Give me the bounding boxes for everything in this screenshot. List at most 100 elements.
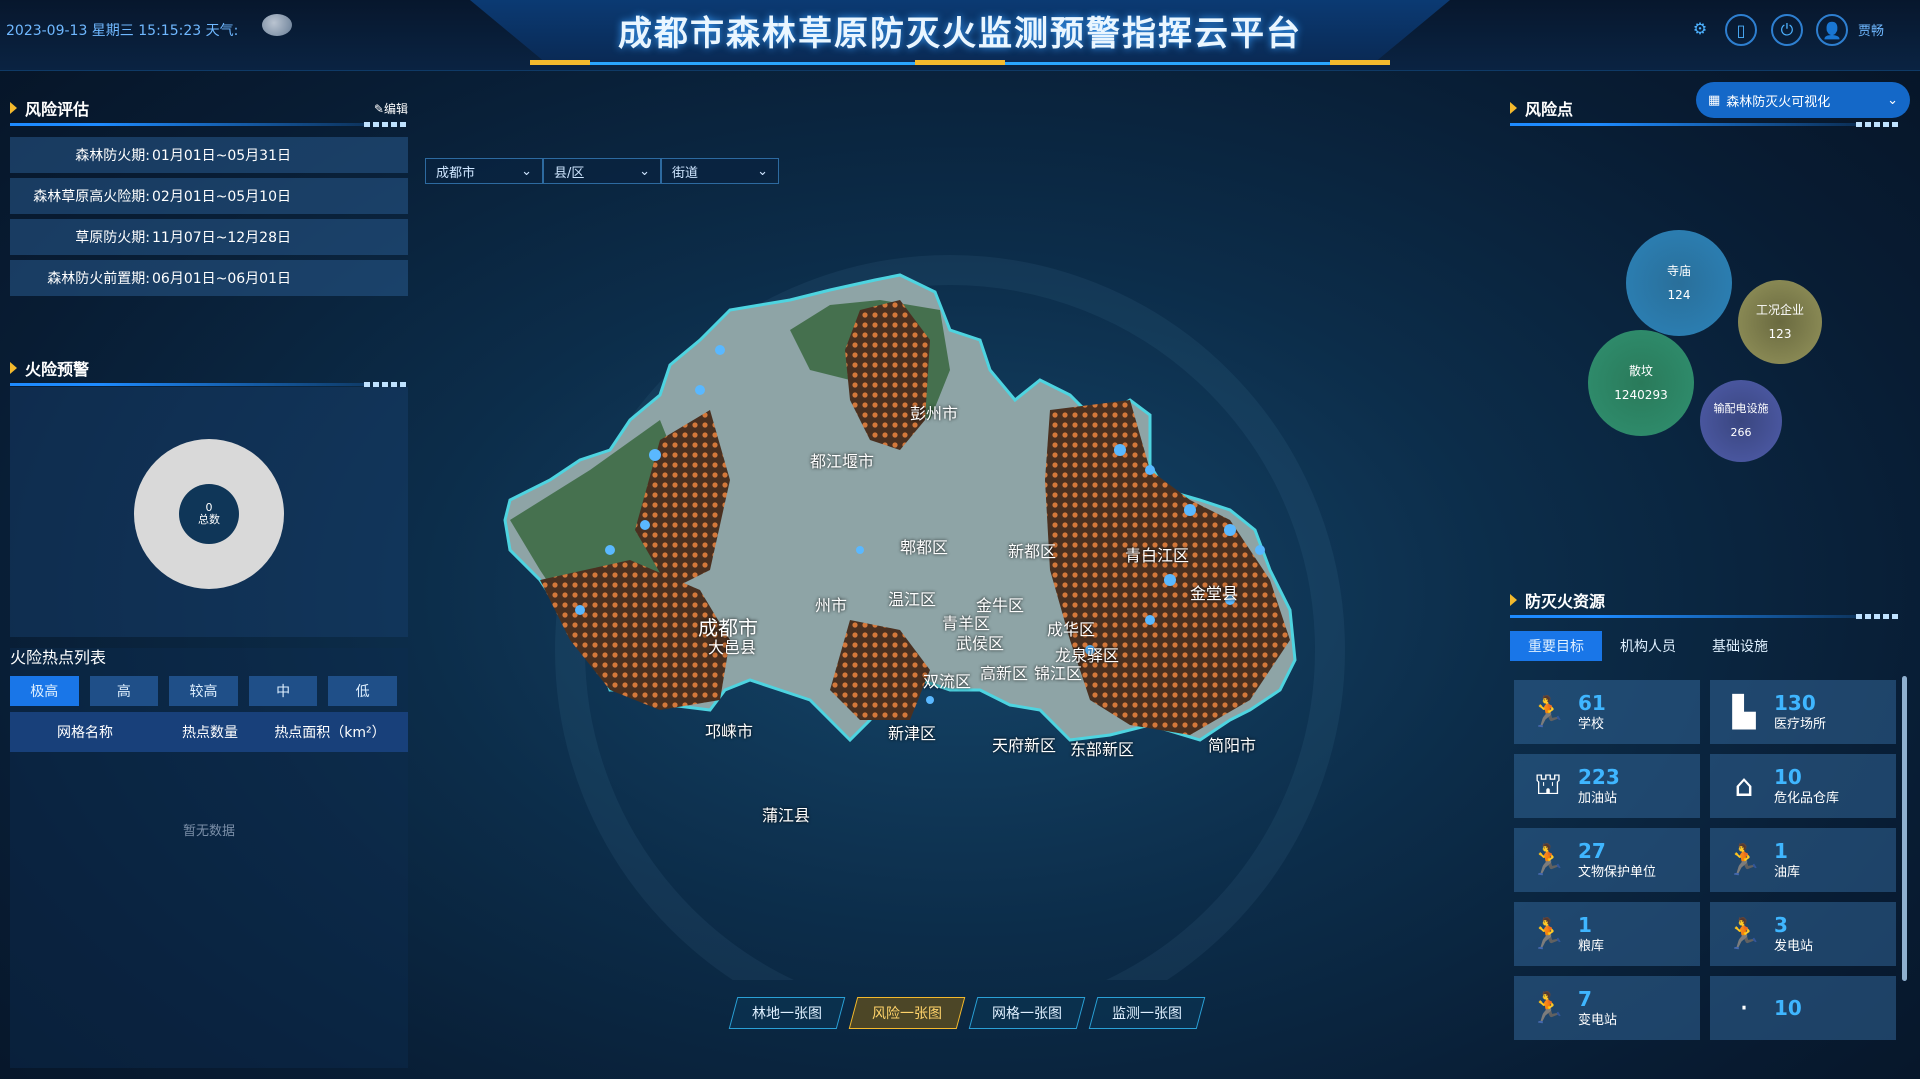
chevron-down-icon: ⌄ bbox=[639, 163, 650, 179]
bubble-industrial[interactable]: 工况企业 123 bbox=[1738, 280, 1822, 364]
tab-grid-map[interactable]: 网格一张图 bbox=[968, 997, 1086, 1029]
title-accent-left bbox=[530, 60, 590, 65]
period-value: 01月01日~05月31日 bbox=[152, 148, 291, 164]
card-value: 10 bbox=[1774, 764, 1802, 789]
bubble-name: 散坟 bbox=[1628, 364, 1653, 378]
fire-warning-panel: 火险预警 0 总数 bbox=[10, 356, 408, 637]
running-person-icon: 🏃 bbox=[1725, 916, 1763, 952]
tab-agencies[interactable]: 机构人员 bbox=[1602, 631, 1694, 661]
scrollbar[interactable] bbox=[1902, 676, 1907, 981]
district-select[interactable]: 县/区 ⌄ bbox=[543, 158, 661, 184]
period-label: 森林草原高火险期: bbox=[33, 189, 150, 205]
map-label: 成华区 bbox=[1047, 620, 1096, 639]
period-value: 06月01日~06月01日 bbox=[152, 271, 291, 287]
tab-extreme[interactable]: 极高 bbox=[10, 676, 79, 706]
tab-key-targets[interactable]: 重要目标 bbox=[1510, 631, 1602, 661]
tab-forest-map[interactable]: 林地一张图 bbox=[728, 997, 846, 1029]
map-area[interactable]: 彭州市 都江堰市 郫都区 新都区 青白江区 金堂县 成都市 大邑县 州市 温江区… bbox=[430, 220, 1490, 1045]
resource-card-substation[interactable]: 🏃 7 变电站 bbox=[1514, 976, 1700, 1040]
bubble-graves[interactable]: 散坟 1240293 bbox=[1588, 330, 1694, 436]
resource-card-heritage[interactable]: 🏃 27 文物保护单位 bbox=[1514, 828, 1700, 892]
map-label: 大邑县 bbox=[708, 638, 757, 657]
running-person-icon: 🏃 bbox=[1529, 842, 1567, 878]
resource-card-chemical-warehouse[interactable]: ⌂ 10 危化品仓库 bbox=[1710, 754, 1896, 818]
period-label: 森林防火期: bbox=[75, 148, 150, 164]
card-name: 学校 bbox=[1578, 716, 1605, 732]
card-value: 130 bbox=[1774, 690, 1816, 715]
map-label: 新津区 bbox=[888, 724, 937, 743]
panel-title: 风险评估 bbox=[25, 100, 90, 119]
user-avatar-icon[interactable]: 👤 bbox=[1816, 14, 1848, 46]
edit-label: 编辑 bbox=[383, 101, 408, 116]
hotspot-list-title: 火险热点列表 bbox=[10, 648, 107, 667]
title-accent-center bbox=[915, 60, 1005, 65]
column-header: 网格名称 bbox=[57, 725, 113, 741]
mobile-icon[interactable]: ▯ bbox=[1725, 14, 1757, 46]
district-select-value: 县/区 bbox=[554, 165, 585, 181]
card-name: 发电站 bbox=[1774, 938, 1814, 954]
hotspot-list-panel: 火险热点列表 极高 高 较高 中 低 网格名称 热点数量 热点面积（km²） 暂… bbox=[10, 648, 408, 1068]
bubble-value: 1240293 bbox=[1614, 388, 1668, 402]
bubble-value: 266 bbox=[1730, 426, 1752, 439]
map-label: 邛崃市 bbox=[705, 722, 754, 741]
bubble-name: 输配电设施 bbox=[1713, 402, 1769, 415]
risk-points-panel: 风险点 bbox=[1510, 96, 1900, 127]
bubble-value: 124 bbox=[1667, 288, 1691, 302]
gas-station-icon: ⛫ bbox=[1534, 766, 1562, 802]
chevron-down-icon: ⌄ bbox=[757, 163, 768, 179]
card-value: 223 bbox=[1578, 764, 1620, 789]
period-list: 森林防火期: 01月01日~05月31日 森林草原高火险期: 02月01日~05月1… bbox=[10, 137, 408, 296]
card-name: 医疗场所 bbox=[1774, 716, 1827, 732]
page-title: 成都市森林草原防灭火监测预警指挥云平台 bbox=[618, 14, 1302, 54]
tab-infrastructure[interactable]: 基础设施 bbox=[1694, 631, 1786, 661]
panel-underline bbox=[10, 123, 364, 126]
building-icon: ▙ bbox=[1732, 694, 1756, 730]
bubble-value: 123 bbox=[1768, 327, 1792, 341]
bubble-name: 寺庙 bbox=[1666, 264, 1691, 278]
panel-header: 风险点 bbox=[1510, 96, 1900, 120]
running-person-icon: 🏃 bbox=[1529, 916, 1567, 952]
panel-header: 风险评估 ✎编辑 bbox=[10, 96, 408, 120]
title-accent-right bbox=[1330, 60, 1390, 65]
resource-card-other[interactable]: · 10 bbox=[1710, 976, 1896, 1040]
map-label: 双流区 bbox=[923, 672, 972, 691]
map-label: 彭州市 bbox=[910, 404, 959, 423]
map-label: 州市 bbox=[815, 596, 848, 615]
city-select[interactable]: 成都市 ⌄ bbox=[425, 158, 543, 184]
street-select[interactable]: 街道 ⌄ bbox=[661, 158, 779, 184]
bubble-name: 工况企业 bbox=[1755, 303, 1804, 317]
tab-fairly-high[interactable]: 较高 bbox=[169, 676, 238, 706]
bubble-temple[interactable]: 寺庙 124 bbox=[1626, 230, 1732, 336]
tab-monitor-map[interactable]: 监测一张图 bbox=[1088, 997, 1206, 1029]
resource-card-gas-station[interactable]: ⛫ 223 加油站 bbox=[1514, 754, 1700, 818]
bubble-power-facility[interactable]: 输配电设施 266 bbox=[1700, 380, 1782, 462]
tab-risk-map[interactable]: 风险一张图 bbox=[848, 997, 966, 1029]
triangle-marker-icon bbox=[10, 362, 17, 374]
edit-button[interactable]: ✎编辑 bbox=[374, 100, 408, 117]
column-header: 热点面积（km²） bbox=[274, 725, 386, 741]
tab-low[interactable]: 低 bbox=[328, 676, 397, 706]
resource-card-medical[interactable]: ▙ 130 医疗场所 bbox=[1710, 680, 1896, 744]
map-label: 锦江区 bbox=[1034, 664, 1083, 683]
resource-card-oil-depot[interactable]: 🏃 1 油库 bbox=[1710, 828, 1896, 892]
gear-icon[interactable]: ⚙ bbox=[1686, 14, 1714, 42]
total-label: 总数 bbox=[198, 513, 220, 526]
triangle-marker-icon bbox=[10, 102, 17, 114]
card-value: 1 bbox=[1578, 912, 1592, 937]
username[interactable]: 贾畅 bbox=[1858, 20, 1884, 39]
period-value: 11月07日~12月28日 bbox=[152, 230, 291, 246]
datetime-weather: 2023-09-13 星期三 15:15:23 天气: bbox=[6, 23, 239, 39]
resource-card-power-plant[interactable]: 🏃 3 发电站 bbox=[1710, 902, 1896, 966]
card-name: 油库 bbox=[1774, 864, 1801, 880]
tab-high[interactable]: 高 bbox=[89, 676, 159, 706]
power-icon[interactable]: ⏻ bbox=[1771, 14, 1803, 46]
tab-medium[interactable]: 中 bbox=[248, 676, 318, 706]
card-name: 粮库 bbox=[1578, 938, 1605, 954]
resource-card-granary[interactable]: 🏃 1 粮库 bbox=[1514, 902, 1700, 966]
card-name: 危化品仓库 bbox=[1774, 790, 1840, 806]
chevron-down-icon: ⌄ bbox=[521, 163, 532, 179]
map-label: 高新区 bbox=[980, 664, 1029, 683]
map-label: 郫都区 bbox=[900, 538, 949, 557]
resource-card-school[interactable]: 🏃 61 学校 bbox=[1514, 680, 1700, 744]
period-row: 森林草原高火险期: 02月01日~05月10日 bbox=[10, 178, 408, 214]
